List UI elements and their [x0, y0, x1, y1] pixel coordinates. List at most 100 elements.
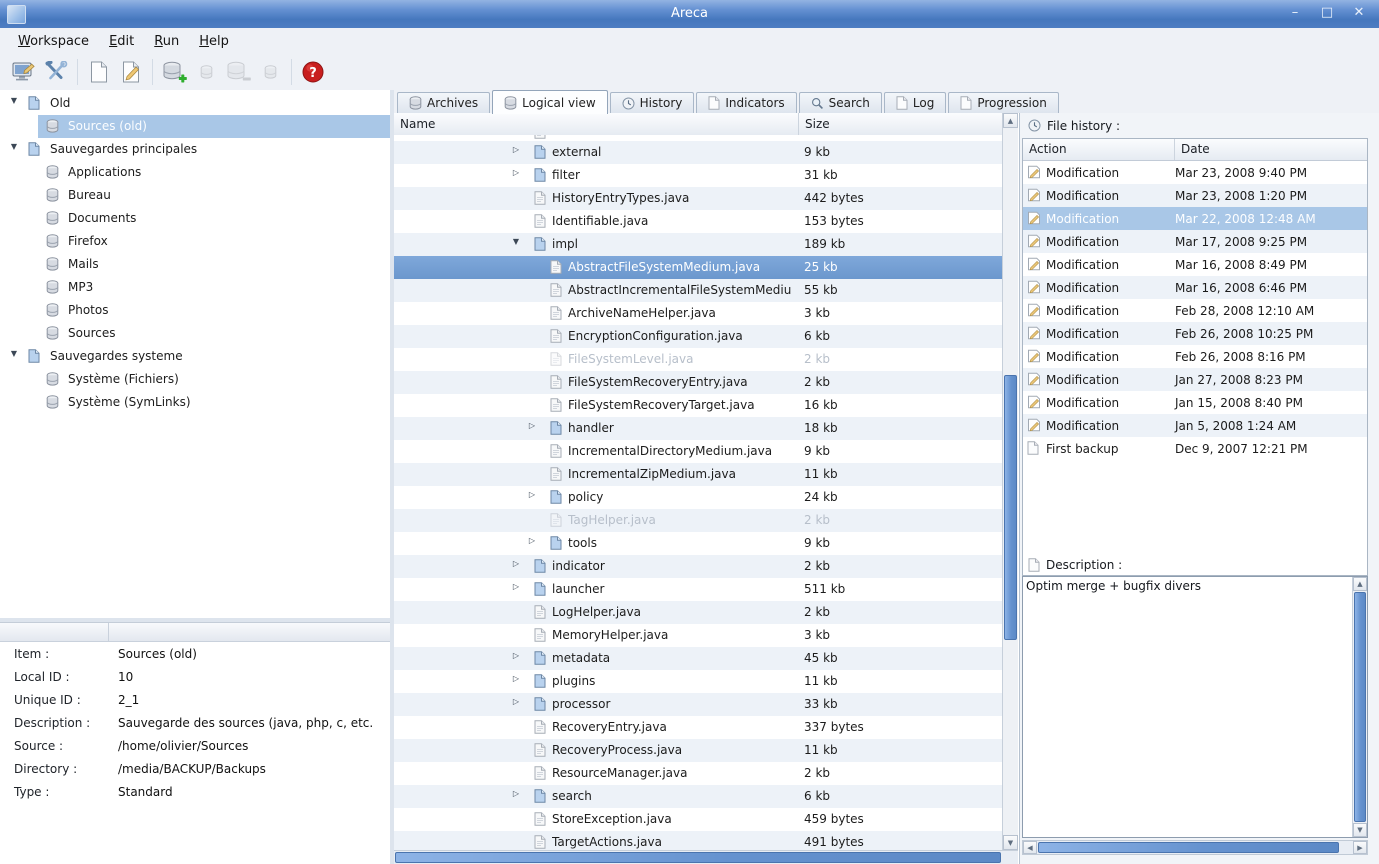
file-row-resourcemanager-java[interactable]: ResourceManager.java2 kb [394, 762, 1002, 785]
file-row-processor[interactable]: ▷processor33 kb [394, 693, 1002, 716]
file-row-indicator[interactable]: ▷indicator2 kb [394, 555, 1002, 578]
file-row-metadata[interactable]: ▷metadata45 kb [394, 647, 1002, 670]
file-row-historyentrytypes-java[interactable]: HistoryEntryTypes.java442 bytes [394, 187, 1002, 210]
file-row-plugins[interactable]: ▷plugins11 kb [394, 670, 1002, 693]
file-row-abstractfilesystemmedium-java[interactable]: AbstractFileSystemMedium.java25 kb [394, 256, 1002, 279]
scroll-right-button[interactable]: ▶ [1353, 841, 1367, 854]
history-row-0[interactable]: ModificationMar 23, 2008 9:40 PM [1023, 161, 1367, 184]
file-row-encryptionconfiguration-java[interactable]: EncryptionConfiguration.java6 kb [394, 325, 1002, 348]
tree-item-sources[interactable]: Sources [0, 322, 390, 345]
scroll-up-button[interactable]: ▲ [1353, 577, 1367, 591]
file-row-filesystemlevel-java[interactable]: FileSystemLevel.java2 kb [394, 348, 1002, 371]
history-row-12[interactable]: First backupDec 9, 2007 12:21 PM [1023, 437, 1367, 460]
file-row-impl[interactable]: ▼impl189 kb [394, 233, 1002, 256]
history-row-5[interactable]: ModificationMar 16, 2008 6:46 PM [1023, 276, 1367, 299]
minimize-button[interactable]: – [1287, 5, 1303, 20]
menu-run[interactable]: Run [144, 31, 189, 52]
history-row-9[interactable]: ModificationJan 27, 2008 8:23 PM [1023, 368, 1367, 391]
tree-item-syst-me-symlinks[interactable]: Système (SymLinks) [0, 391, 390, 414]
expand-arrow-icon[interactable]: ▷ [510, 582, 522, 591]
file-row-filesystemrecoverytarget-java[interactable]: FileSystemRecoveryTarget.java16 kb [394, 394, 1002, 417]
toolbar-help-button[interactable]: ? [297, 57, 329, 87]
file-row-tools[interactable]: ▷tools9 kb [394, 532, 1002, 555]
vscroll-thumb[interactable] [1004, 375, 1017, 640]
file-row-policy[interactable]: ▷policy24 kb [394, 486, 1002, 509]
expand-arrow-icon[interactable]: ▷ [510, 789, 522, 798]
toolbar-open-workspace-button[interactable] [8, 57, 40, 87]
file-row-external[interactable]: ▷external9 kb [394, 141, 1002, 164]
toolbar-delete-archives-button[interactable] [222, 57, 254, 87]
file-row-filesystemrecoveryentry-java[interactable]: FileSystemRecoveryEntry.java2 kb [394, 371, 1002, 394]
expand-arrow-icon[interactable]: ▼ [8, 142, 20, 151]
history-row-1[interactable]: ModificationMar 23, 2008 1:20 PM [1023, 184, 1367, 207]
expand-arrow-icon[interactable]: ▷ [510, 145, 522, 154]
column-header-action[interactable]: Action [1023, 139, 1175, 160]
tree-item-applications[interactable]: Applications [0, 161, 390, 184]
expand-arrow-icon[interactable]: ▷ [526, 536, 538, 545]
file-row-search[interactable]: ▷search6 kb [394, 785, 1002, 808]
file-row-taghelper-java[interactable]: TagHelper.java2 kb [394, 509, 1002, 532]
close-button[interactable]: ✕ [1351, 5, 1367, 20]
tab-log[interactable]: Log [884, 92, 946, 113]
expand-arrow-icon[interactable]: ▷ [510, 168, 522, 177]
menu-workspace[interactable]: Workspace [8, 31, 99, 52]
file-row-memoryhelper-java[interactable]: MemoryHelper.java3 kb [394, 624, 1002, 647]
expand-arrow-icon[interactable]: ▷ [526, 490, 538, 499]
file-row-incrementaldirectorymedium-java[interactable]: IncrementalDirectoryMedium.java9 kb [394, 440, 1002, 463]
description-vscrollbar[interactable]: ▲▼ [1352, 577, 1367, 837]
hscroll-thumb[interactable] [395, 852, 1001, 863]
toolbar-merge-archives-button[interactable] [190, 57, 222, 87]
file-row-archivenamehelper-java[interactable]: ArchiveNameHelper.java3 kb [394, 302, 1002, 325]
tab-progression[interactable]: Progression [948, 92, 1059, 113]
toolbar-workspace-settings-button[interactable] [40, 57, 72, 87]
tab-logical-view[interactable]: Logical view [492, 90, 608, 114]
file-row-incrementalzipmedium-java[interactable]: IncrementalZipMedium.java11 kb [394, 463, 1002, 486]
column-header-size[interactable]: Size [799, 113, 1002, 135]
expand-arrow-icon[interactable]: ▼ [8, 96, 20, 105]
file-row-recoveryprocess-java[interactable]: RecoveryProcess.java11 kb [394, 739, 1002, 762]
file-row-handler[interactable]: ▷handler18 kb [394, 417, 1002, 440]
history-row-4[interactable]: ModificationMar 16, 2008 8:49 PM [1023, 253, 1367, 276]
file-row-recoveryentry-java[interactable]: RecoveryEntry.java337 bytes [394, 716, 1002, 739]
file-row-storeexception-java[interactable]: StoreException.java459 bytes [394, 808, 1002, 831]
scroll-left-button[interactable]: ◀ [1023, 841, 1037, 854]
toolbar-backup-button[interactable] [158, 57, 190, 87]
file-table-hscrollbar[interactable] [394, 850, 1018, 864]
history-row-7[interactable]: ModificationFeb 26, 2008 10:25 PM [1023, 322, 1367, 345]
tab-search[interactable]: Search [799, 92, 882, 113]
file-table-vscrollbar[interactable]: ▲▼ [1002, 113, 1018, 850]
tree-item-photos[interactable]: Photos [0, 299, 390, 322]
expand-arrow-icon[interactable]: ▼ [8, 349, 20, 358]
hscroll-thumb[interactable] [1038, 842, 1339, 853]
expand-arrow-icon[interactable]: ▷ [510, 559, 522, 568]
tree-item-sauvegardes-principales[interactable]: ▼Sauvegardes principales [0, 138, 390, 161]
file-row-identifiable-java[interactable]: Identifiable.java153 bytes [394, 210, 1002, 233]
file-row-targetactions-java[interactable]: TargetActions.java491 bytes [394, 831, 1002, 850]
sidebar-hscrollbar[interactable]: ◀▶ [1022, 840, 1368, 855]
history-row-6[interactable]: ModificationFeb 28, 2008 12:10 AM [1023, 299, 1367, 322]
tree-item-mp3[interactable]: MP3 [0, 276, 390, 299]
history-row-3[interactable]: ModificationMar 17, 2008 9:25 PM [1023, 230, 1367, 253]
menu-help[interactable]: Help [189, 31, 239, 52]
scroll-down-button[interactable]: ▼ [1003, 835, 1018, 850]
history-row-11[interactable]: ModificationJan 5, 2008 1:24 AM [1023, 414, 1367, 437]
scroll-down-button[interactable]: ▼ [1353, 823, 1367, 837]
expand-arrow-icon[interactable]: ▷ [510, 651, 522, 660]
tree-item-firefox[interactable]: Firefox [0, 230, 390, 253]
history-row-8[interactable]: ModificationFeb 26, 2008 8:16 PM [1023, 345, 1367, 368]
toolbar-recover-button[interactable] [254, 57, 286, 87]
vscroll-thumb[interactable] [1354, 592, 1366, 822]
expand-arrow-icon[interactable]: ▷ [526, 421, 538, 430]
tree-item-syst-me-fichiers[interactable]: Système (Fichiers) [0, 368, 390, 391]
toolbar-edit-target-button[interactable] [115, 57, 147, 87]
tree-item-mails[interactable]: Mails [0, 253, 390, 276]
tree-item-documents[interactable]: Documents [0, 207, 390, 230]
maximize-button[interactable]: □ [1319, 5, 1335, 20]
expand-arrow-icon[interactable]: ▷ [510, 674, 522, 683]
column-header-name[interactable]: Name [394, 113, 799, 135]
column-header-date[interactable]: Date [1175, 139, 1367, 160]
tree-item-old[interactable]: ▼Old [0, 92, 390, 115]
file-row-filter[interactable]: ▷filter31 kb [394, 164, 1002, 187]
tree-item-sauvegardes-systeme[interactable]: ▼Sauvegardes systeme [0, 345, 390, 368]
file-row-abstractincrementalfilesystemmediu[interactable]: AbstractIncrementalFileSystemMediu55 kb [394, 279, 1002, 302]
